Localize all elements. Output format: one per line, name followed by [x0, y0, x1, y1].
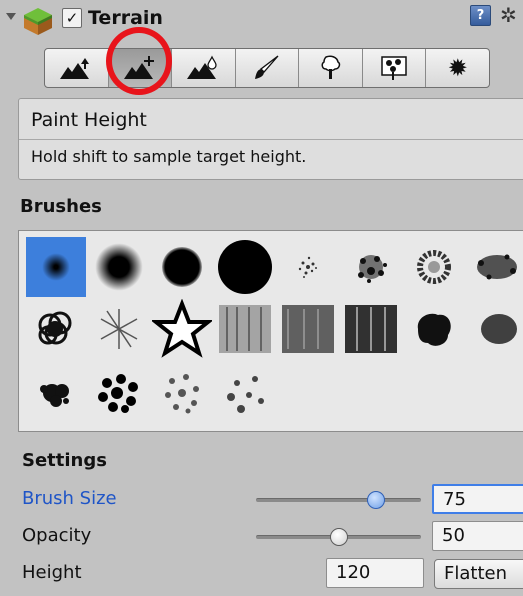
height-field[interactable]: 120	[326, 558, 424, 588]
tool-smooth-height-button[interactable]	[172, 49, 236, 87]
settings-heading: Settings	[22, 450, 107, 471]
inspector-header: ✓ Terrain ? ✲	[0, 0, 523, 42]
divider	[19, 139, 523, 140]
opacity-label: Opacity	[22, 525, 92, 546]
height-label: Height	[22, 562, 82, 583]
tool-name-label: Paint Height	[31, 109, 147, 131]
brush-texture-streak-light[interactable]	[215, 299, 275, 359]
brushes-heading: Brushes	[20, 196, 102, 217]
brush-soft-small[interactable]	[26, 237, 86, 297]
brush-blob-soft[interactable]	[467, 299, 523, 359]
help-icon[interactable]: ?	[470, 5, 491, 26]
opacity-slider-thumb[interactable]	[330, 528, 348, 546]
brush-texture-noise[interactable]	[278, 299, 338, 359]
flowers-icon	[381, 56, 407, 80]
tool-place-trees-button[interactable]	[299, 49, 363, 87]
brush-star[interactable]	[150, 298, 214, 359]
paintbrush-icon	[255, 55, 279, 79]
flatten-button[interactable]: Flatten	[434, 559, 523, 589]
brush-starburst[interactable]	[89, 299, 149, 359]
brush-size-slider-track[interactable]	[256, 498, 421, 502]
brush-blob-rough[interactable]	[404, 299, 464, 359]
brush-scatter[interactable]	[215, 363, 275, 423]
highlight-circle	[106, 27, 172, 95]
brush-size-label: Brush Size	[22, 488, 117, 509]
tool-info-box: Paint Height Hold shift to sample target…	[18, 98, 523, 180]
brush-dots-large[interactable]	[89, 363, 149, 423]
foldout-arrow-icon[interactable]	[6, 13, 16, 20]
tool-terrain-settings-button[interactable]: ✹	[426, 49, 489, 87]
mountain-drop-icon	[187, 55, 218, 79]
tool-paint-details-button[interactable]	[363, 49, 427, 87]
terrain-enabled-checkbox[interactable]: ✓	[62, 8, 82, 28]
brush-hard-medium[interactable]	[152, 237, 212, 297]
opacity-field[interactable]: 50	[432, 521, 523, 551]
tree-icon	[321, 55, 340, 79]
brush-texture-streak-dark[interactable]	[341, 299, 401, 359]
brush-grid	[18, 230, 523, 432]
tool-paint-texture-button[interactable]	[236, 49, 300, 87]
gear-icon[interactable]: ✲	[500, 3, 517, 27]
brush-rings[interactable]	[26, 299, 86, 359]
brush-splatter-wide[interactable]	[467, 237, 523, 297]
brush-speckle-ring[interactable]	[404, 237, 464, 297]
brush-speckle-small[interactable]	[278, 237, 338, 297]
brush-clump[interactable]	[26, 363, 86, 423]
brush-hard-large[interactable]	[215, 237, 275, 297]
brush-size-field[interactable]: 75	[432, 484, 523, 514]
brush-leaves[interactable]	[152, 363, 212, 423]
tool-hint-label: Hold shift to sample target height.	[31, 147, 307, 166]
terrain-cube-icon	[24, 8, 52, 35]
gear-icon: ✹	[447, 54, 468, 82]
brush-soft-medium[interactable]	[89, 237, 149, 297]
brush-size-slider-thumb[interactable]	[367, 491, 385, 509]
component-title: Terrain	[88, 7, 163, 29]
tool-raise-lower-button[interactable]	[45, 49, 109, 87]
mountain-up-arrow-icon	[60, 58, 90, 79]
brush-speckle-dense[interactable]	[341, 237, 401, 297]
